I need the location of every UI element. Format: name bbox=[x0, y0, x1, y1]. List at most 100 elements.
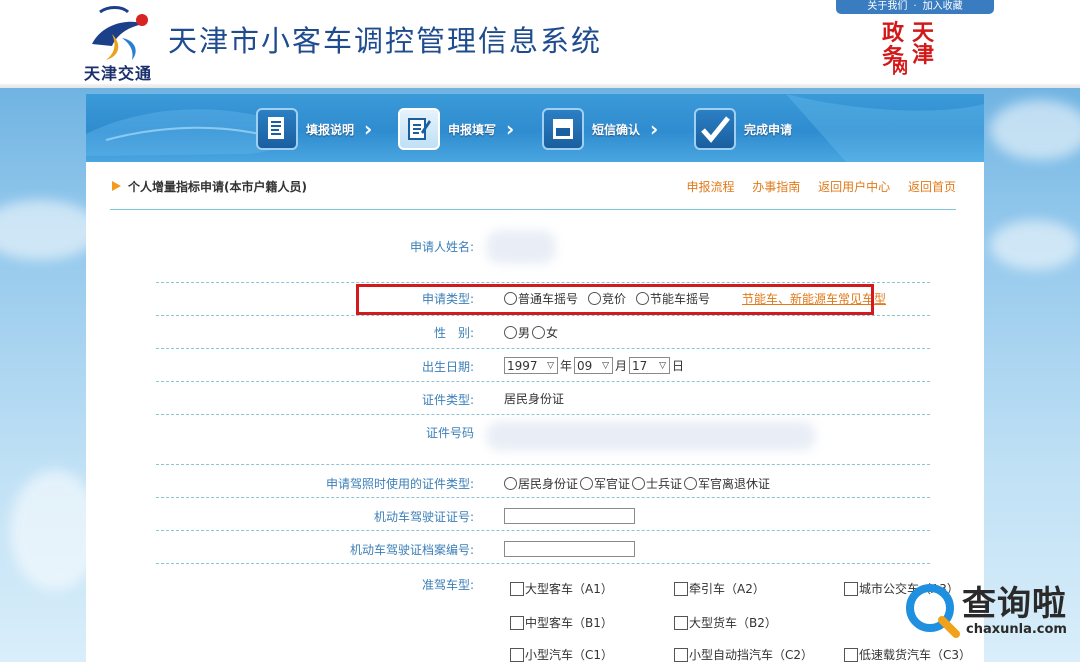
check-icon bbox=[694, 108, 736, 150]
day-unit: 日 bbox=[672, 359, 685, 373]
cloud-decoration bbox=[990, 100, 1080, 160]
section-header: 个人增量指标申请(本市户籍人员) 申报流程 办事指南 返回用户中心 返回首页 bbox=[110, 176, 956, 210]
site-title: 天津市小客车调控管理信息系统 bbox=[168, 24, 603, 58]
vehicle-class-checkbox[interactable] bbox=[510, 615, 524, 630]
step-label: 填报说明 bbox=[306, 122, 355, 137]
step-label: 完成申请 bbox=[744, 122, 793, 137]
month-unit: 月 bbox=[615, 359, 628, 373]
birth-month-select[interactable]: 09 ▽ bbox=[574, 357, 614, 374]
applicant-name-row: 申请人姓名: bbox=[156, 224, 930, 283]
document-icon bbox=[256, 108, 298, 150]
step-banner: 填报说明 › 申报填写 › 短信确认 › 完成申请 bbox=[86, 94, 984, 162]
header-divider bbox=[0, 84, 1080, 88]
seal-char: 天 bbox=[912, 20, 935, 46]
gender-option-label: 男 bbox=[518, 326, 531, 340]
vehicle-class-checkbox[interactable] bbox=[844, 647, 858, 662]
top-links: 关于我们 · 加入收藏 bbox=[836, 0, 994, 14]
vehicle-class-b2: 大型货车（B2） bbox=[674, 614, 777, 631]
redacted-name bbox=[486, 230, 556, 264]
applicant-name-label: 申请人姓名: bbox=[409, 240, 474, 254]
birth-date-selects: 1997 ▽ 年 09 ▽ 月 17 ▽ 日 bbox=[504, 357, 684, 374]
id-type-value: 居民身份证 bbox=[504, 392, 565, 406]
birth-year-select[interactable]: 1997 ▽ bbox=[504, 357, 558, 374]
section-links: 申报流程 办事指南 返回用户中心 返回首页 bbox=[672, 178, 956, 195]
license-number-input[interactable] bbox=[504, 508, 635, 524]
step-label: 申报填写 bbox=[448, 122, 497, 137]
car-silhouette-decoration bbox=[86, 94, 984, 162]
add-favorite-link[interactable]: 加入收藏 bbox=[923, 1, 963, 12]
id-type-label: 证件类型: bbox=[421, 393, 474, 407]
cloud-decoration bbox=[0, 200, 100, 260]
seal-char: 政 bbox=[882, 20, 905, 46]
step-complete: 完成申请 bbox=[694, 108, 792, 150]
watermark-brand: 查询啦 bbox=[962, 584, 1067, 624]
highlight-box bbox=[356, 284, 874, 315]
vehicle-class-b1: 中型客车（B1） bbox=[510, 614, 613, 631]
vehicle-class-checkbox[interactable] bbox=[674, 615, 688, 630]
guide-link[interactable]: 办事指南 bbox=[752, 180, 800, 194]
seal-char: 网 bbox=[892, 58, 909, 77]
gender-radio-female[interactable] bbox=[532, 326, 546, 339]
birth-day-select[interactable]: 17 ▽ bbox=[629, 357, 671, 374]
vehicle-class-c2: 小型自动挡汽车（C2） bbox=[674, 646, 813, 662]
cloud-decoration bbox=[990, 220, 1080, 270]
gender-options: 男 女 bbox=[504, 324, 558, 341]
gender-option-label: 女 bbox=[546, 326, 559, 340]
chaxunla-watermark: 查询啦 chaxunla.com bbox=[904, 576, 1072, 640]
chevron-right-icon: › bbox=[364, 117, 373, 141]
id-type-row: 证件类型: 居民身份证 bbox=[156, 382, 930, 415]
license-id-type-label: 申请驾照时使用的证件类型: bbox=[325, 477, 474, 491]
license-id-type-options: 居民身份证 军官证 士兵证 军官离退休证 bbox=[504, 475, 770, 492]
birth-date-row: 出生日期: 1997 ▽ 年 09 ▽ 月 17 ▽ 日 bbox=[156, 349, 930, 382]
chevron-down-icon: ▽ bbox=[547, 360, 554, 371]
license-id-radio-soldier[interactable] bbox=[632, 477, 646, 490]
search-magnifier-icon bbox=[906, 584, 960, 638]
about-us-link[interactable]: 关于我们 bbox=[867, 1, 907, 12]
section-title: 个人增量指标申请(本市户籍人员) bbox=[128, 180, 307, 194]
vehicle-class-a1: 大型客车（A1） bbox=[510, 580, 613, 597]
vehicle-class-checkbox[interactable] bbox=[510, 581, 524, 596]
home-link[interactable]: 返回首页 bbox=[908, 180, 956, 194]
birth-date-label: 出生日期: bbox=[421, 360, 474, 374]
gender-radio-male[interactable] bbox=[504, 326, 517, 339]
government-affairs-seal: 政 天 务 津 网 bbox=[882, 22, 946, 80]
id-number-row: 证件号码 bbox=[156, 415, 930, 465]
license-number-label: 机动车驾驶证证号: bbox=[373, 510, 474, 524]
vehicle-class-checkbox[interactable] bbox=[510, 647, 524, 662]
sms-icon bbox=[542, 108, 584, 150]
license-file-input[interactable] bbox=[504, 541, 635, 557]
license-file-row: 机动车驾驶证档案编号: bbox=[156, 531, 930, 564]
seal-char: 津 bbox=[912, 42, 935, 68]
license-id-radio-retired-officer[interactable] bbox=[684, 477, 698, 490]
vehicle-class-checkbox[interactable] bbox=[844, 581, 858, 596]
vehicle-class-c3: 低速载货汽车（C3） bbox=[844, 646, 971, 662]
site-header: 天津交通 天津市小客车调控管理信息系统 关于我们 · 加入收藏 政 天 务 津 网 bbox=[0, 0, 1080, 88]
license-id-radio-resident[interactable] bbox=[504, 477, 517, 490]
license-file-label: 机动车驾驶证档案编号: bbox=[349, 543, 474, 557]
vehicle-class-label: 准驾车型: bbox=[421, 578, 474, 592]
chevron-down-icon: ▽ bbox=[659, 360, 667, 371]
vehicle-class-checkbox[interactable] bbox=[674, 647, 688, 662]
vehicle-class-a2: 牵引车（A2） bbox=[674, 580, 765, 597]
step-instructions: 填报说明 › bbox=[256, 108, 372, 150]
year-unit: 年 bbox=[560, 359, 573, 373]
license-id-type-row: 申请驾照时使用的证件类型: 居民身份证 军官证 士兵证 军官离退休证 bbox=[156, 465, 930, 498]
logo-text: 天津交通 bbox=[84, 64, 153, 83]
step-sms-confirm: 短信确认 › bbox=[542, 108, 658, 150]
license-id-radio-officer[interactable] bbox=[580, 477, 594, 490]
chevron-right-icon: › bbox=[650, 117, 659, 141]
gender-row: 性 别: 男 女 bbox=[156, 316, 930, 349]
arrow-bullet-icon bbox=[112, 181, 121, 191]
step-fill-in: 申报填写 › bbox=[398, 108, 514, 150]
process-link[interactable]: 申报流程 bbox=[686, 180, 734, 194]
vehicle-class-c1: 小型汽车（C1） bbox=[510, 646, 613, 662]
id-number-label: 证件号码 bbox=[425, 426, 474, 440]
redacted-id-number bbox=[486, 421, 816, 451]
edit-icon bbox=[398, 108, 440, 150]
chevron-down-icon: ▽ bbox=[602, 360, 610, 371]
vehicle-class-checkbox[interactable] bbox=[674, 581, 688, 596]
step-label: 短信确认 bbox=[592, 122, 641, 137]
user-center-link[interactable]: 返回用户中心 bbox=[818, 180, 890, 194]
watermark-domain: chaxunla.com bbox=[966, 622, 1067, 637]
chevron-right-icon: › bbox=[506, 117, 515, 141]
